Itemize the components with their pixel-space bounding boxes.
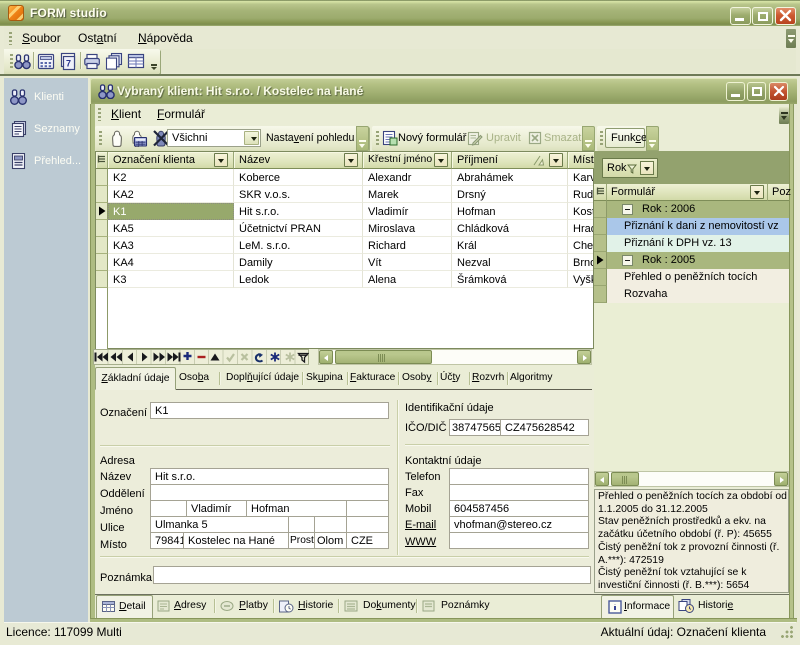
svg-text:7: 7 — [66, 59, 71, 69]
